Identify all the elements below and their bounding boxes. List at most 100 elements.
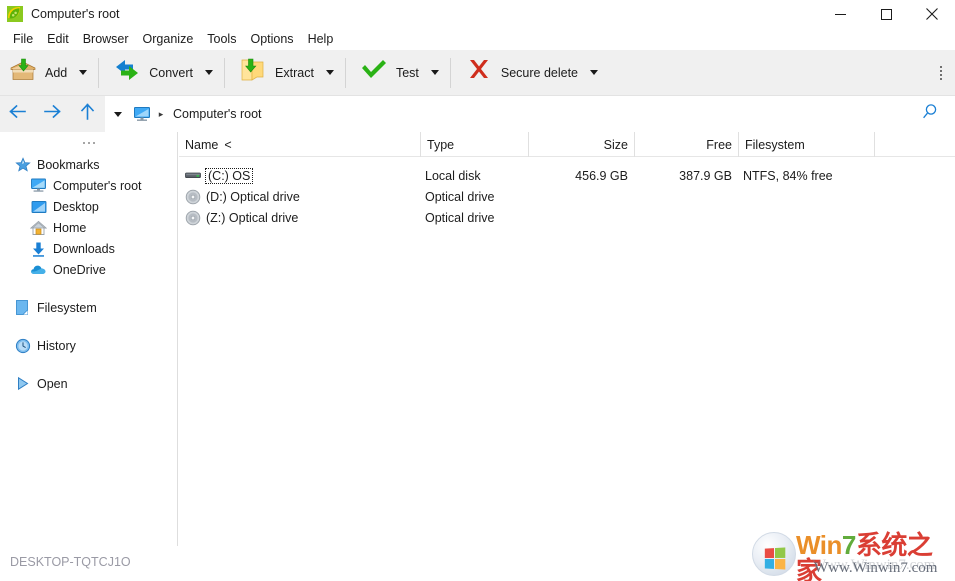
forward-button[interactable]: [35, 96, 70, 132]
menu-help[interactable]: Help: [301, 31, 341, 48]
column-header-label: Filesystem: [745, 137, 805, 152]
up-button[interactable]: [70, 96, 105, 132]
play-icon: [14, 375, 31, 392]
optical-disc-icon: [185, 189, 201, 205]
column-header-free[interactable]: Free: [634, 132, 738, 157]
sidebar-item-bookmarks[interactable]: Bookmarks: [0, 154, 177, 175]
more-options-icon[interactable]: [932, 50, 950, 96]
cell-type: Optical drive: [425, 189, 495, 204]
cell-free: 387.9 GB: [679, 168, 732, 183]
column-header-row: Name < Type Size Free Filesystem: [179, 132, 955, 157]
menu-organize[interactable]: Organize: [136, 31, 201, 48]
folder-blue-icon: [14, 299, 31, 316]
menu-edit[interactable]: Edit: [40, 31, 76, 48]
arrow-left-icon: [8, 103, 27, 125]
home-icon: [30, 219, 47, 236]
toolbar-group-convert: Convert: [104, 50, 219, 96]
column-header-label: Name: [185, 137, 219, 152]
sidebar-item-computers-root[interactable]: Computer's root: [0, 175, 177, 196]
sort-indicator-icon: <: [224, 137, 232, 152]
test-button[interactable]: Test: [351, 52, 425, 94]
column-header-name[interactable]: Name <: [179, 132, 420, 157]
sidebar-item-home[interactable]: Home: [0, 217, 177, 238]
title-bar: Computer's root: [0, 0, 955, 28]
convert-button[interactable]: Convert: [104, 52, 199, 94]
cell-type: Optical drive: [425, 210, 495, 225]
menu-browser[interactable]: Browser: [76, 31, 136, 48]
cloud-icon: [30, 261, 47, 278]
window-controls: [817, 0, 955, 28]
cell-filesystem: [743, 186, 874, 207]
extract-button[interactable]: Extract: [230, 52, 320, 94]
cell-filesystem: NTFS, 84% free: [743, 168, 833, 183]
breadcrumb[interactable]: Computer's root: [169, 107, 262, 121]
maximize-button[interactable]: [863, 0, 909, 28]
secure-delete-button[interactable]: Secure delete: [456, 52, 584, 94]
add-dropdown-arrow[interactable]: [73, 52, 93, 94]
convert-button-label: Convert: [149, 65, 194, 80]
convert-dropdown-arrow[interactable]: [199, 52, 219, 94]
history-dropdown-button[interactable]: [105, 96, 131, 132]
desktop-icon: [30, 198, 47, 215]
add-box-icon: [8, 55, 38, 90]
navigation-bar: ▸ Computer's root: [0, 96, 955, 132]
column-header-filesystem[interactable]: Filesystem: [738, 132, 874, 157]
cell-name-label: (D:) Optical drive: [206, 189, 300, 204]
column-header-label: Size: [603, 137, 628, 152]
sidebar: Bookmarks Computer's root Desktop Home D…: [0, 132, 178, 546]
toolbar-group-extract: Extract: [230, 50, 340, 96]
sidebar-item-desktop[interactable]: Desktop: [0, 196, 177, 217]
computer-icon: [30, 177, 47, 194]
cell-type: Local disk: [425, 168, 481, 183]
extract-folder-icon: [238, 55, 268, 90]
column-header-extra[interactable]: [874, 132, 955, 157]
breadcrumb-separator[interactable]: ▸: [153, 96, 169, 132]
minimize-button[interactable]: [817, 0, 863, 28]
cell-name[interactable]: (C:) OS: [179, 165, 420, 186]
toolbar-separator: [224, 57, 226, 88]
test-dropdown-arrow[interactable]: [425, 52, 445, 94]
extract-dropdown-arrow[interactable]: [320, 52, 340, 94]
red-x-icon: [464, 55, 494, 90]
add-button-label: Add: [45, 65, 68, 80]
peazip-pea-icon: [7, 6, 23, 22]
menu-options[interactable]: Options: [243, 31, 300, 48]
column-header-type[interactable]: Type: [420, 132, 528, 157]
sidebar-item-open[interactable]: Open: [0, 373, 177, 394]
menu-file[interactable]: File: [6, 31, 40, 48]
extract-button-label: Extract: [275, 65, 314, 80]
search-button[interactable]: [913, 96, 947, 132]
download-icon: [30, 240, 47, 257]
sidebar-item-label: Computer's root: [53, 178, 142, 193]
checkmark-icon: [359, 55, 389, 90]
back-button[interactable]: [0, 96, 35, 132]
cell-size: [528, 207, 628, 228]
arrow-right-icon: [43, 103, 62, 125]
menu-tools[interactable]: Tools: [200, 31, 243, 48]
chevron-down-icon: [325, 70, 334, 75]
table-row[interactable]: (C:) OS Local disk 456.9 GB 387.9 GB NTF…: [179, 165, 955, 186]
arrow-up-icon: [79, 102, 96, 126]
column-header-size[interactable]: Size: [528, 132, 634, 157]
sidebar-item-onedrive[interactable]: OneDrive: [0, 259, 177, 280]
sidebar-item-label: Open: [37, 376, 68, 391]
sidebar-item-downloads[interactable]: Downloads: [0, 238, 177, 259]
sidebar-item-filesystem[interactable]: Filesystem: [0, 297, 177, 318]
convert-arrows-icon: [112, 55, 142, 90]
star-icon: [14, 156, 31, 173]
cell-name[interactable]: (D:) Optical drive: [179, 186, 420, 207]
secure-delete-dropdown-arrow[interactable]: [584, 52, 604, 94]
add-button[interactable]: Add: [0, 52, 73, 94]
computer-monitor-icon[interactable]: [131, 96, 153, 132]
table-row[interactable]: (Z:) Optical drive Optical drive: [179, 207, 955, 228]
close-button[interactable]: [909, 0, 955, 28]
hard-disk-icon: [185, 168, 201, 184]
clock-icon: [14, 337, 31, 354]
table-row[interactable]: (D:) Optical drive Optical drive: [179, 186, 955, 207]
chevron-down-icon: [114, 111, 122, 117]
file-list-pane: Name < Type Size Free Filesystem (C:) OS…: [179, 132, 955, 546]
cell-name[interactable]: (Z:) Optical drive: [179, 207, 420, 228]
nav-history-group: [0, 96, 105, 132]
sidebar-item-history[interactable]: History: [0, 335, 177, 356]
ellipsis-icon[interactable]: [0, 132, 177, 154]
